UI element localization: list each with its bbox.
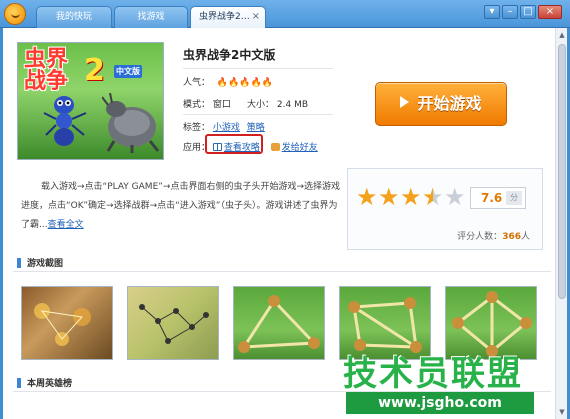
tag-link-strategy[interactable]: 策略 (247, 123, 265, 133)
scroll-down-icon[interactable]: ▼ (557, 407, 567, 417)
start-game-button[interactable]: 开始游戏 (375, 82, 507, 126)
tab-current-game[interactable]: 虫界战争2… × (190, 6, 266, 28)
rating-panel: ★ ★ ★ ★ ★ 7.6 分 评分人数：366人 (347, 168, 543, 250)
popularity-label: 人气： (183, 78, 211, 88)
rating-count: 评分人数：366人 (457, 232, 530, 242)
screenshots-section-header: 游戏截图 (13, 254, 551, 272)
play-icon (400, 96, 410, 108)
tab-my-games[interactable]: 我的快玩 (36, 6, 112, 28)
maximize-button[interactable]: □ (520, 5, 536, 19)
scrollbar-thumb[interactable] (558, 44, 566, 299)
ant-character-icon (43, 96, 87, 146)
tab-label: 虫界战争2… (199, 12, 250, 22)
tab-label: 我的快玩 (55, 12, 92, 22)
section-bullet-icon (17, 378, 21, 388)
share-icon (270, 143, 280, 151)
beetle-character-icon (102, 93, 160, 153)
size-value: 2.4 MB (276, 100, 309, 110)
star-empty-icon: ★ (444, 183, 466, 211)
divider (183, 68, 333, 69)
star-icon: ★ (400, 183, 422, 211)
size-row: 大小： 2.4 MB (247, 97, 308, 110)
tab-find-games[interactable]: 找游戏 (114, 6, 188, 28)
cover-title: 虫界 战争 (24, 47, 69, 94)
annotation-highlight-box (205, 134, 263, 154)
game-cover-image: 虫界 战争 2 中文版 (17, 42, 164, 160)
screenshot-thumbnail-1[interactable] (21, 286, 113, 360)
divider (183, 114, 333, 115)
vertical-scrollbar[interactable]: ▲ ▼ (555, 28, 567, 419)
score-value: 7.6 (481, 191, 503, 205)
half-star-icon: ★ (422, 183, 444, 211)
title-bar: 我的快玩 找游戏 虫界战争2… × ▾ – □ × (0, 0, 570, 28)
score-box: 7.6 分 (470, 187, 526, 209)
dropdown-menu-button[interactable]: ▾ (484, 5, 500, 19)
watermark-text: 技术员联盟 (343, 354, 523, 394)
read-more-link[interactable]: 查看全文 (48, 220, 84, 230)
watermark-url: www.jsgho.com (346, 392, 534, 414)
popularity-row: 人气： 🔥🔥🔥🔥🔥 (183, 75, 273, 88)
screenshot-thumbnail-3[interactable] (233, 286, 325, 360)
tag-link-mini-games[interactable]: 小游戏 (213, 123, 240, 133)
close-button[interactable]: × (538, 5, 562, 19)
popularity-flames-icon: 🔥🔥🔥🔥🔥 (216, 78, 273, 88)
star-icon: ★ (356, 183, 378, 211)
tags-label: 标签： (183, 123, 211, 133)
size-label: 大小： (247, 100, 275, 110)
section-bullet-icon (17, 258, 21, 268)
app-logo-icon (4, 3, 26, 25)
game-description: 载入游戏→点击“PLAY GAME”→点击界面右侧的虫子头开始游戏→选择游戏进度… (21, 182, 340, 230)
minimize-button[interactable]: – (502, 5, 518, 19)
section-title: 游戏截图 (27, 259, 64, 269)
scroll-up-icon[interactable]: ▲ (557, 30, 567, 40)
tab-close-icon[interactable]: × (252, 7, 260, 27)
section-title: 本周英雄榜 (27, 379, 73, 389)
share-link[interactable]: 发给好友 (270, 143, 318, 153)
mode-row: 模式： 窗口 (183, 97, 231, 110)
tab-label: 找游戏 (137, 12, 165, 22)
game-title: 虫界战争2中文版 (183, 48, 276, 62)
star-icon: ★ (378, 183, 400, 211)
mode-value: 窗口 (212, 100, 231, 110)
mode-label: 模式： (183, 100, 211, 110)
cover-number: 2 (84, 53, 105, 88)
screenshot-thumbnail-2[interactable] (127, 286, 219, 360)
game-detail-page: 虫界 战争 2 中文版 虫界战争2中文版 人气： 🔥🔥🔥🔥🔥 模式： 窗口 大小… (3, 28, 567, 419)
tags-row: 标签： 小游戏 策略 (183, 120, 265, 133)
cover-subtitle: 中文版 (114, 65, 142, 78)
score-unit: 分 (506, 191, 522, 205)
